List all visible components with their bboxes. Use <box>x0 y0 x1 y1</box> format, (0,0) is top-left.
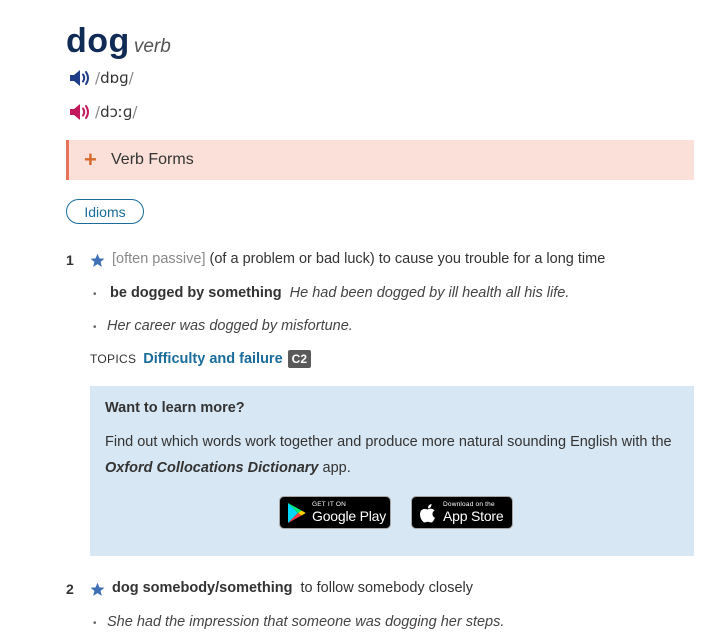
example-text: Her career was dogged by misfortune. <box>107 318 353 334</box>
star-icon <box>90 253 105 267</box>
idioms-button[interactable]: Idioms <box>66 199 144 224</box>
example-text: He had been dogged by ill health all his… <box>289 285 570 301</box>
sense-1-definition-line: [often passive] (of a problem or bad luc… <box>112 251 605 267</box>
example: She had the impression that someone was … <box>107 614 504 630</box>
definition: (of a problem or bad luck) to cause you … <box>209 251 606 267</box>
promo-title: Want to learn more? <box>105 400 245 416</box>
definition: to follow somebody closely <box>300 580 473 596</box>
example: Her career was dogged by misfortune. <box>107 318 353 334</box>
promo-body: Find out which words work together and p… <box>105 434 672 476</box>
google-play-button[interactable]: GET IT ON Google Play <box>279 496 391 529</box>
level-badge: C2 <box>287 350 311 368</box>
app-store-big: App Store <box>443 508 504 524</box>
pronunciation-american: /dɔːɡ/ <box>68 100 137 124</box>
bullet: • <box>93 289 97 300</box>
example-text: She had the impression that someone was … <box>107 614 505 630</box>
dictionary-name: Oxford Collocations Dictionary <box>105 460 319 476</box>
collocations-promo: Want to learn more? Find out which words… <box>90 386 694 556</box>
collocation: dog somebody/something <box>112 580 293 596</box>
bullet: • <box>93 322 97 333</box>
speaker-am-icon[interactable] <box>68 101 92 123</box>
grammar-label: [often passive] <box>112 251 206 267</box>
star-icon <box>90 582 105 596</box>
collocation: be dogged by something <box>110 285 282 301</box>
speaker-br-icon[interactable] <box>68 67 92 89</box>
phonetic-am: /dɔːɡ/ <box>95 103 138 121</box>
phonetic-br: /dɒɡ/ <box>95 69 134 87</box>
sense-number: 2 <box>66 581 74 597</box>
google-play-big: Google Play <box>312 508 387 524</box>
sense-2-definition-line: dog somebody/something to follow somebod… <box>112 580 473 596</box>
headword: dog <box>66 22 130 60</box>
topic-link[interactable]: Difficulty and failure <box>143 351 282 367</box>
verb-forms-label: Verb Forms <box>111 151 194 168</box>
sense-number: 1 <box>66 252 74 268</box>
part-of-speech: verb <box>133 36 171 57</box>
example: be dogged by something He had been dogge… <box>110 285 569 301</box>
topics-row: TOPICS Difficulty and failure C2 <box>90 350 311 368</box>
bullet: • <box>93 618 97 629</box>
verb-forms-toggle[interactable]: + Verb Forms <box>66 140 694 180</box>
topics-label: TOPICS <box>90 352 137 366</box>
entry-heading: dog verb <box>66 22 171 61</box>
app-store-button[interactable]: Download on the App Store <box>411 496 513 529</box>
plus-icon: + <box>84 147 97 172</box>
apple-icon <box>420 503 435 523</box>
google-play-icon <box>288 502 306 523</box>
pronunciation-british: /dɒɡ/ <box>68 66 134 90</box>
